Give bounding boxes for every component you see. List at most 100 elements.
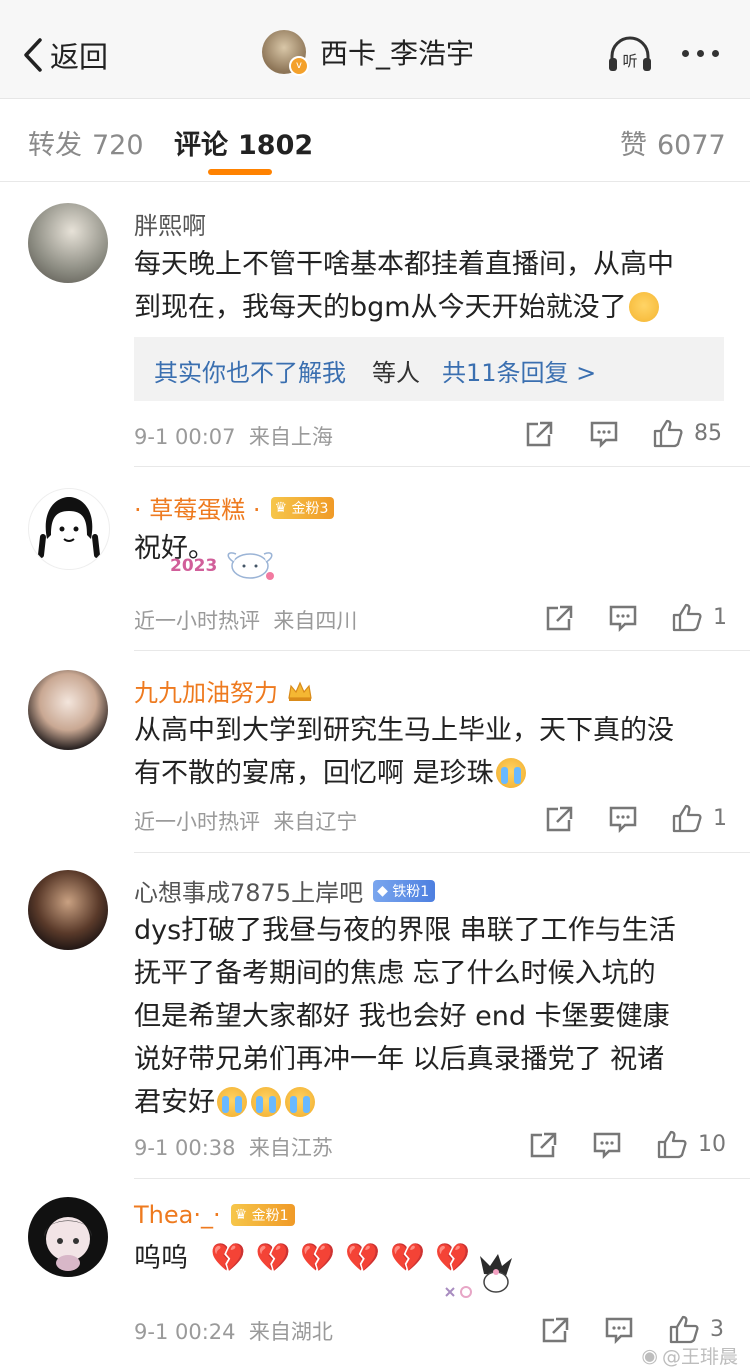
thumbs-up-icon (672, 603, 702, 632)
tab-label: 转发 (28, 130, 82, 161)
kuromi-sticker-icon (445, 1254, 512, 1298)
thumbs-up-icon (653, 419, 683, 448)
comment-icon[interactable] (592, 1131, 622, 1159)
tab-likes[interactable]: 赞 6077 (620, 123, 726, 162)
comment-icon[interactable] (604, 1316, 634, 1344)
avatar[interactable] (28, 1197, 108, 1277)
reply-author[interactable]: 其实你也不了解我 (154, 353, 346, 388)
fan-badge: ◆ 铁粉1 (373, 879, 436, 902)
crying-emoji-icon (285, 1087, 315, 1117)
avatar[interactable] (28, 870, 108, 950)
avatar[interactable]: v (262, 30, 309, 76)
comment-line: 从高中到大学到研究生马上毕业，天下真的没 (134, 715, 674, 746)
comment-icon[interactable] (608, 604, 638, 632)
like-count: 1 (713, 805, 727, 831)
avatar[interactable] (28, 670, 108, 750)
diamond-icon: ◆ (377, 882, 388, 899)
like-count: 3 (710, 1316, 724, 1342)
verified-icon: v (289, 56, 309, 76)
share-icon[interactable] (544, 805, 574, 833)
reply-text: 等人 (372, 359, 420, 387)
tab-label: 赞 (620, 130, 647, 161)
like-button[interactable]: 1 (671, 803, 727, 833)
comment-meta: 近一小时热评 来自辽宁 (134, 810, 358, 834)
share-icon[interactable] (544, 604, 574, 632)
broken-heart-icon: 💔 (255, 1241, 291, 1274)
comment-line: 每天晚上不管干啥基本都挂着直播间，从高中 (134, 249, 674, 280)
tab-count: 720 (92, 130, 144, 161)
comment-line: 说好带兄弟们再冲一年 以后真录播党了 祝诸 (134, 1044, 665, 1075)
crying-emoji-icon (217, 1087, 247, 1117)
top-bar: 返回 v 西卡_李浩宇 听 (0, 0, 750, 99)
crying-emoji-icon (495, 758, 526, 788)
comment-meta: 9-1 00:38 来自江苏 (134, 1136, 333, 1160)
comment-line: 但是希望大家都好 我也会好 end 卡堡要健康 (134, 1001, 670, 1032)
tab-count: 6077 (657, 130, 726, 161)
divider (134, 466, 750, 467)
chevron-left-icon (24, 38, 42, 72)
comment-text: 呜呜 💔 💔 💔 💔 💔 💔 (134, 1236, 724, 1280)
fan-badge: ♛ 金粉3 (270, 496, 335, 519)
weibo-logo-icon: ◉ (641, 1344, 658, 1367)
tab-label: 评论 (174, 130, 228, 161)
fan-badge: ♛ 金粉1 (230, 1204, 295, 1226)
comment-icon[interactable] (608, 805, 638, 833)
comment-icon[interactable] (589, 420, 619, 448)
active-tab-indicator (208, 169, 272, 175)
profile-header[interactable]: v 西卡_李浩宇 (262, 30, 474, 76)
like-button[interactable]: 85 (652, 418, 722, 448)
comment-meta: 近一小时热评 来自四川 (134, 609, 358, 633)
back-button[interactable]: 返回 (22, 33, 108, 77)
avatar[interactable] (28, 488, 110, 570)
comment-meta: 9-1 00:07 来自上海 (134, 425, 333, 449)
broken-heart-icon: 💔 (300, 1241, 336, 1274)
back-label: 返回 (50, 40, 109, 74)
comment-text: dys打破了我昼与夜的界限 串联了工作与生活 抚平了备考期间的焦虑 忘了什么时候… (134, 909, 724, 1124)
user-name[interactable]: 西卡_李浩宇 (320, 32, 474, 72)
like-count: 1 (713, 604, 727, 630)
broken-heart-icon: 💔 (345, 1241, 381, 1274)
watermark: ◉ @王琲晨 (641, 1344, 738, 1369)
like-count: 85 (694, 420, 722, 446)
divider (134, 1178, 750, 1179)
like-button[interactable]: 10 (656, 1129, 726, 1159)
comment-author[interactable]: · 草莓蛋糕 · ♛ 金粉3 (134, 490, 335, 525)
divider (134, 852, 750, 853)
tab-reposts[interactable]: 转发 720 (28, 123, 144, 162)
comment-text: 从高中到大学到研究生马上毕业，天下真的没 有不散的宴席，回忆啊 是珍珠 (134, 709, 724, 795)
like-button[interactable]: 1 (671, 602, 727, 632)
comment-author[interactable]: 心想事成7875上岸吧 ◆ 铁粉1 (134, 873, 436, 908)
comment-line: 抚平了备考期间的焦虑 忘了什么时候入坑的 (134, 958, 656, 989)
avatar[interactable] (28, 203, 108, 283)
headphones-icon[interactable]: 听 (606, 34, 654, 74)
comment-line: 君安好 (134, 1087, 215, 1118)
comment-author[interactable]: Thea·_· ♛ 金粉1 (134, 1201, 295, 1229)
share-icon[interactable] (528, 1131, 558, 1159)
like-button[interactable]: 3 (668, 1314, 724, 1344)
comment-line: 呜呜 (134, 1243, 188, 1274)
crown-icon (288, 681, 312, 701)
share-icon[interactable] (540, 1316, 570, 1344)
thumbs-up-icon (669, 1315, 699, 1344)
crown-icon: ♛ (234, 1207, 248, 1223)
sticker-2023: 2023 (170, 556, 218, 576)
divider (134, 650, 750, 651)
broken-heart-icon: 💔 (210, 1241, 246, 1274)
comment-author[interactable]: 胖熙啊 (134, 206, 206, 241)
comment-line: 有不散的宴席，回忆啊 是珍珠 (134, 758, 494, 789)
thumbs-up-icon (657, 1130, 687, 1159)
comment-author[interactable]: 九九加油努力 (134, 673, 314, 708)
more-icon[interactable] (682, 50, 719, 57)
reply-count-link[interactable]: 共11条回复 > (442, 353, 596, 388)
share-icon[interactable] (524, 420, 554, 448)
tab-comments[interactable]: 评论 1802 (174, 123, 313, 162)
comment-line: 到现在，我每天的bgm从今天开始就没了 (134, 292, 627, 323)
comment-meta: 9-1 00:24 来自湖北 (134, 1320, 333, 1344)
listen-label: 听 (622, 52, 637, 70)
reply-preview[interactable]: 其实你也不了解我 等人 共11条回复 > (134, 337, 724, 401)
crown-icon: ♛ (274, 499, 288, 516)
thumbs-up-icon (672, 804, 702, 833)
like-count: 10 (698, 1131, 726, 1157)
broken-heart-icon: 💔 (390, 1241, 425, 1274)
tab-count: 1802 (238, 130, 314, 161)
